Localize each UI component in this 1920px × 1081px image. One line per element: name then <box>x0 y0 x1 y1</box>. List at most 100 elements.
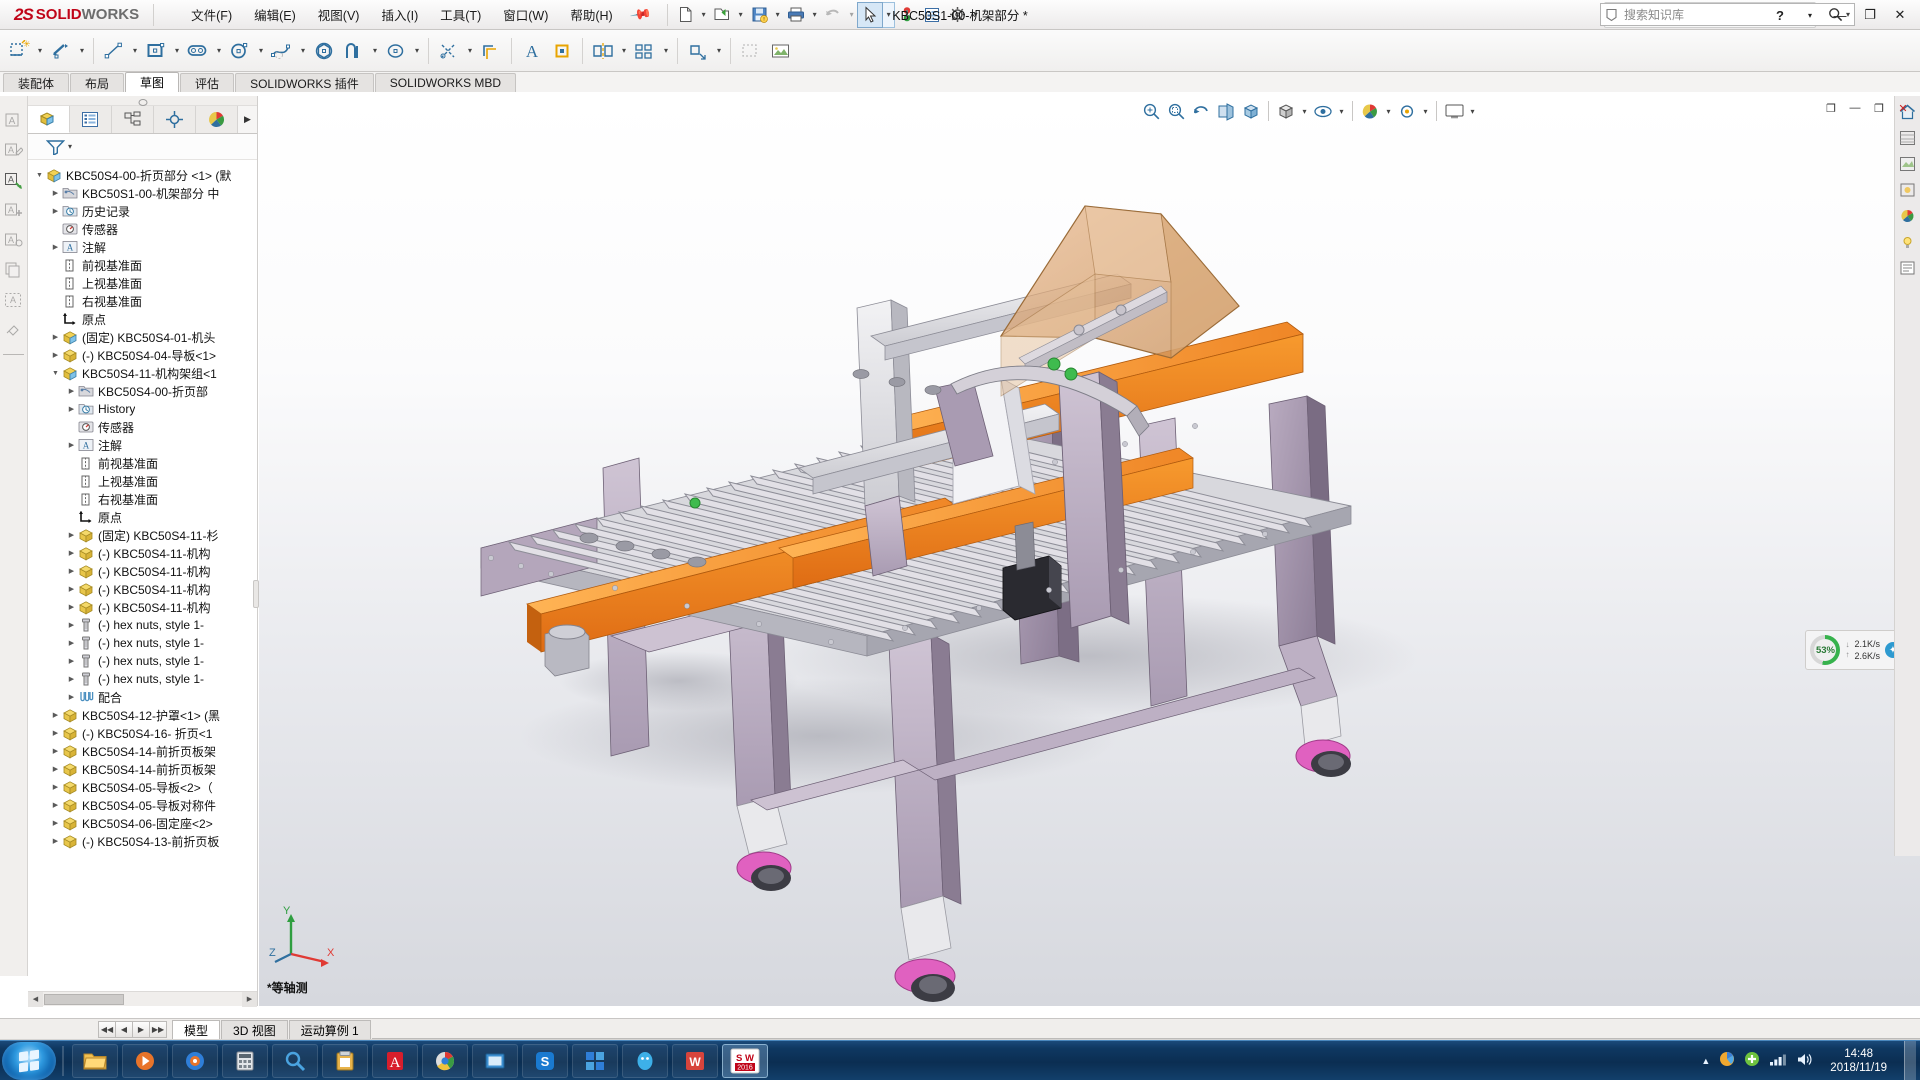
undo-caret[interactable]: ▾ <box>846 3 857 27</box>
sketch-fillet-icon[interactable] <box>339 35 369 67</box>
tree-item[interactable]: ▶ KBC50S4-12-护罩<1> (黑 <box>28 706 257 724</box>
move-entities-icon[interactable] <box>683 35 713 67</box>
taskbar-qq[interactable] <box>622 1043 668 1078</box>
menu-window[interactable]: 窗口(W) <box>492 1 559 28</box>
tree-item[interactable]: 上视基准面 <box>28 274 257 292</box>
tab-evaluate[interactable]: 评估 <box>180 73 235 92</box>
tree-expand-arrow[interactable]: ▶ <box>66 544 77 562</box>
view-palette-icon[interactable] <box>1898 128 1918 148</box>
feature-tree[interactable]: ▼ KBC50S4-00-折页部分 <1> (默 ▶ KBC50S1-00-机架部分 … <box>28 163 257 980</box>
viewport-caret[interactable]: ▾ <box>1467 98 1478 124</box>
tree-item[interactable]: ▶ (-) hex nuts, style 1- <box>28 652 257 670</box>
doc-maximize-button[interactable]: ❐ <box>1868 98 1890 118</box>
menu-edit[interactable]: 编辑(E) <box>243 1 307 28</box>
smart-dimension-caret[interactable]: ▾ <box>76 35 88 67</box>
trim-entities-icon[interactable] <box>434 35 464 67</box>
display-style-caret[interactable]: ▾ <box>1299 98 1310 124</box>
tree-expand-arrow[interactable]: ▶ <box>50 724 61 742</box>
tree-expand-arrow[interactable]: ▶ <box>66 436 77 454</box>
tray-browser-icon[interactable] <box>1719 1051 1735 1070</box>
restore-button[interactable]: ❐ <box>1856 2 1884 28</box>
scenes-icon[interactable] <box>1898 206 1918 226</box>
doc-restore-small-button[interactable]: ❐ <box>1820 98 1842 118</box>
panel-grip[interactable] <box>28 96 257 106</box>
slot-icon[interactable] <box>183 35 213 67</box>
feature-tree-tab[interactable] <box>28 106 70 133</box>
undo-icon[interactable] <box>821 3 845 27</box>
taskbar-chrome[interactable] <box>422 1043 468 1078</box>
tree-expand-arrow[interactable]: ▶ <box>50 742 61 760</box>
tree-item[interactable]: ▶ History <box>28 400 257 418</box>
tab-3d-views[interactable]: 3D 视图 <box>221 1020 288 1039</box>
tree-item[interactable]: ▶ 配合 <box>28 688 257 706</box>
rectangle-caret[interactable]: ▾ <box>171 35 183 67</box>
previous-view-icon[interactable] <box>1189 98 1213 124</box>
note-leader-icon[interactable]: A <box>3 170 24 191</box>
scene-caret[interactable]: ▾ <box>1383 98 1394 124</box>
tab-sketch[interactable]: 草图 <box>125 72 180 92</box>
display-manager-tab[interactable] <box>196 106 238 133</box>
file-properties-icon[interactable] <box>920 3 944 27</box>
tab-prev-button[interactable]: ◀ <box>115 1021 133 1038</box>
tray-volume-icon[interactable] <box>1796 1052 1813 1070</box>
tree-expand-arrow[interactable]: ▶ <box>50 832 61 850</box>
show-desktop-button[interactable] <box>1904 1040 1916 1081</box>
line-caret[interactable]: ▾ <box>129 35 141 67</box>
tree-expand-arrow[interactable]: ▶ <box>50 760 61 778</box>
minimize-button[interactable]: — <box>1826 2 1854 28</box>
tab-motion-study[interactable]: 运动算例 1 <box>288 1020 371 1039</box>
taskbar-clipboard[interactable] <box>322 1043 368 1078</box>
print-caret[interactable]: ▾ <box>809 3 820 27</box>
graphics-area[interactable]: ▾ ▾ ▾ ▾ ▾ ❐ — ❐ ✕ 53% ↓ ↑ 2.1K/s 2.6K/s … <box>259 96 1920 1006</box>
tree-expand-arrow[interactable]: ▶ <box>50 796 61 814</box>
viewport-icon[interactable] <box>1442 98 1466 124</box>
tree-item[interactable]: 原点 <box>28 508 257 526</box>
taskbar-editor[interactable] <box>472 1043 518 1078</box>
tree-expand-arrow[interactable]: ▶ <box>50 202 61 220</box>
tree-item[interactable]: 右视基准面 <box>28 490 257 508</box>
apply-scene-icon[interactable] <box>1358 98 1382 124</box>
feature-tree-hscrollbar[interactable]: ◀ ▶ <box>28 991 257 1007</box>
tree-item[interactable]: ▶ (-) KBC50S4-11-机构 <box>28 580 257 598</box>
menu-view[interactable]: 视图(V) <box>307 1 371 28</box>
tree-item[interactable]: 传感器 <box>28 220 257 238</box>
tree-item[interactable]: ▶ (固定) KBC50S4-01-机头 <box>28 328 257 346</box>
tree-item[interactable]: ▶ (-) KBC50S4-11-机构 <box>28 598 257 616</box>
tree-item[interactable]: ▶ A 注解 <box>28 436 257 454</box>
taskbar-explorer-tiles[interactable] <box>572 1043 618 1078</box>
tree-expand-arrow[interactable]: ▶ <box>66 688 77 706</box>
mirror-caret[interactable]: ▾ <box>618 35 630 67</box>
save-caret[interactable]: ▾ <box>772 3 783 27</box>
sketch-icon[interactable]: ✳ <box>4 35 34 67</box>
menu-insert[interactable]: 插入(I) <box>370 1 429 28</box>
menu-file[interactable]: 文件(F) <box>180 1 243 28</box>
hide-show-caret[interactable]: ▾ <box>1336 98 1347 124</box>
doc-minimize-button[interactable]: — <box>1844 98 1866 118</box>
tab-model[interactable]: 模型 <box>172 1020 221 1039</box>
menu-tools[interactable]: 工具(T) <box>429 1 492 28</box>
tree-item[interactable]: ▶ (-) hex nuts, style 1- <box>28 616 257 634</box>
taskbar-search-tool[interactable] <box>272 1043 318 1078</box>
section-view-icon[interactable] <box>1214 98 1238 124</box>
tree-item[interactable]: ▶ (-) KBC50S4-04-导板<1> <box>28 346 257 364</box>
appearances-icon[interactable] <box>1898 154 1918 174</box>
display-delete-relations-icon[interactable] <box>547 35 577 67</box>
tree-item[interactable]: 右视基准面 <box>28 292 257 310</box>
tree-item[interactable]: ▶ KBC50S4-00-折页部 <box>28 382 257 400</box>
tree-expand-arrow[interactable]: ▶ <box>50 184 61 202</box>
line-icon[interactable] <box>99 35 129 67</box>
move-entities-caret[interactable]: ▾ <box>713 35 725 67</box>
help-caret[interactable]: ▾ <box>1796 2 1824 28</box>
mirror-entities-icon[interactable] <box>588 35 618 67</box>
tree-expand-arrow[interactable]: ▶ <box>50 328 61 346</box>
start-button[interactable] <box>2 1041 56 1080</box>
tree-item[interactable]: ▶ (-) KBC50S4-11-机构 <box>28 544 257 562</box>
configuration-manager-tab[interactable] <box>112 106 154 133</box>
hide-show-items-icon[interactable] <box>1311 98 1335 124</box>
tree-item[interactable]: 前视基准面 <box>28 256 257 274</box>
filter-caret[interactable]: ▾ <box>68 142 72 151</box>
tree-item[interactable]: ▶ (-) KBC50S4-13-前折页板 <box>28 832 257 850</box>
note-icon[interactable]: A <box>3 110 24 131</box>
tree-expand-arrow[interactable]: ▶ <box>66 598 77 616</box>
tree-expand-arrow[interactable]: ▶ <box>66 652 77 670</box>
